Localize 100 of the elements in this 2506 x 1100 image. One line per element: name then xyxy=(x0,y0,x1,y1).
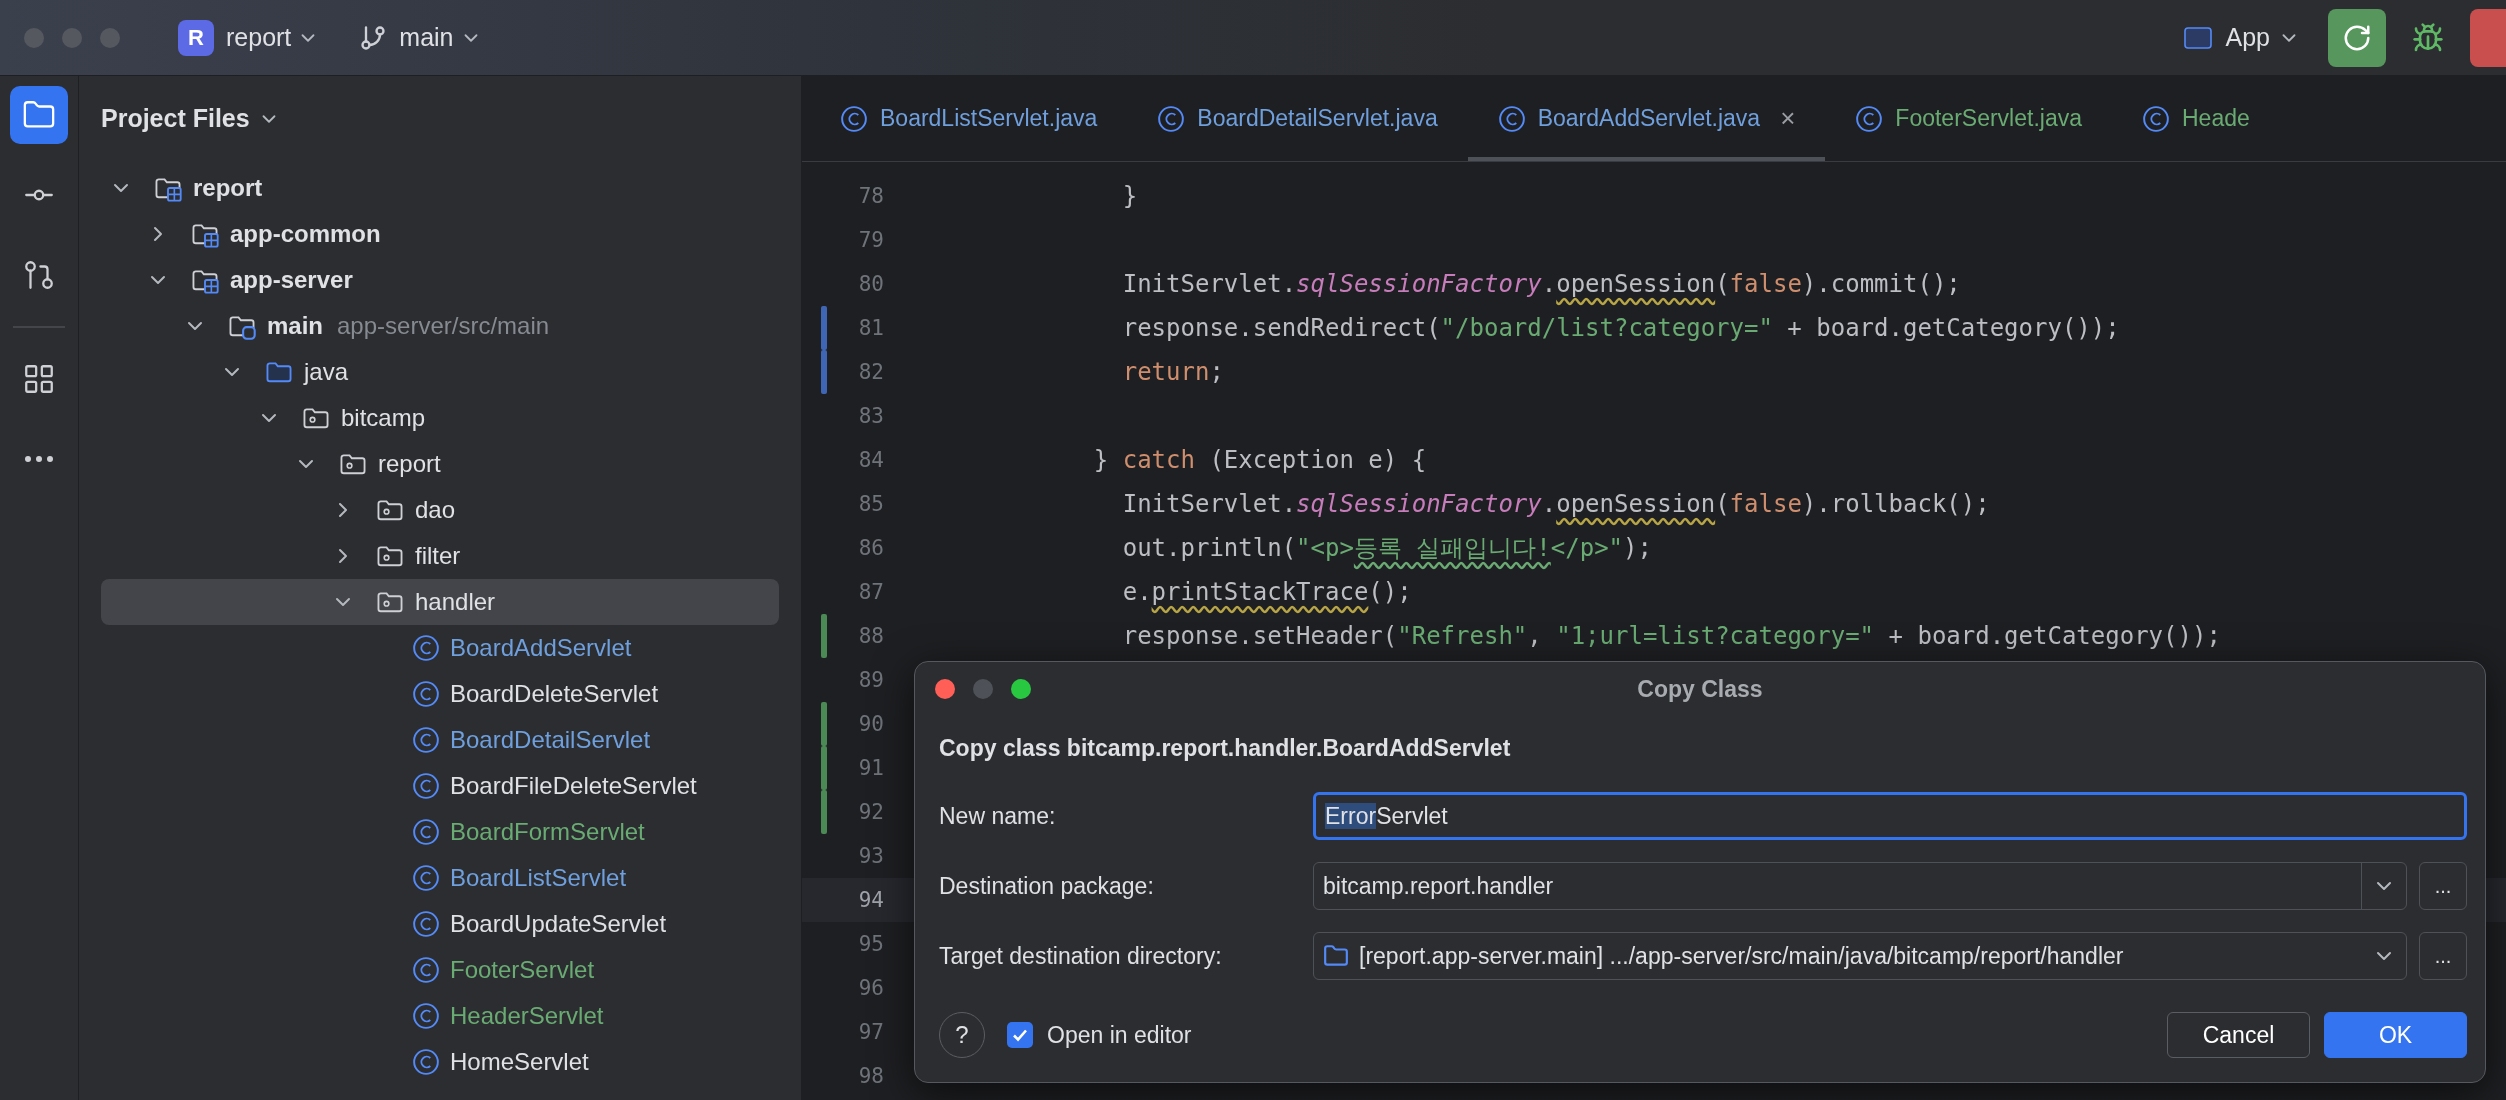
tree-row[interactable]: app-server xyxy=(101,257,779,303)
structure-icon xyxy=(22,362,56,396)
class-icon xyxy=(412,772,440,800)
combo-box[interactable]: bitcamp.report.handler xyxy=(1313,862,2407,910)
tree-row[interactable]: report xyxy=(101,165,779,211)
tree-row[interactable]: app-common xyxy=(101,211,779,257)
tree-item-label: dao xyxy=(415,496,456,524)
line-number: 96 xyxy=(857,976,884,1000)
field-text: Servlet xyxy=(1376,802,1448,829)
tree-row[interactable]: bitcamp xyxy=(101,395,779,441)
tree-item-label: main xyxy=(267,312,323,340)
line-number: 83 xyxy=(857,404,884,428)
tree-row[interactable]: HeaderServlet xyxy=(101,993,779,1039)
rerun-button[interactable] xyxy=(2328,8,2386,67)
code-line: e.printStackTrace(); xyxy=(1121,578,1412,606)
line-number: 80 xyxy=(857,272,884,296)
debug-icon[interactable] xyxy=(2412,21,2444,54)
class-icon xyxy=(412,910,440,938)
tree-row[interactable]: BoardAddServlet xyxy=(101,625,779,671)
tree-row[interactable]: BoardFileDeleteServlet xyxy=(101,763,779,809)
editor-tab[interactable]: FooterServlet.java xyxy=(1825,76,2112,161)
tree-item-label: FooterServlet xyxy=(450,956,595,984)
project-panel-title[interactable]: Project Files xyxy=(101,104,250,133)
line-number: 85 xyxy=(857,492,884,516)
project-badge: R xyxy=(178,19,214,56)
window-zoom-control[interactable] xyxy=(1011,679,1031,699)
code-line: return; xyxy=(1121,358,1224,386)
class-icon xyxy=(1855,104,1884,133)
tree-item-label: HomeServlet xyxy=(450,1048,589,1076)
line-number: 78 xyxy=(857,184,884,208)
line-number: 79 xyxy=(857,228,884,252)
tree-row[interactable]: BoardDeleteServlet xyxy=(101,671,779,717)
tree-row[interactable]: HomeServlet xyxy=(101,1039,779,1085)
tool-window-button[interactable] xyxy=(10,86,68,144)
tree-row[interactable]: java xyxy=(101,349,779,395)
line-number: 92 xyxy=(857,800,884,824)
tree-row[interactable]: BoardUpdateServlet xyxy=(101,901,779,947)
more-icon xyxy=(24,455,54,463)
class-icon xyxy=(412,956,440,984)
close-icon[interactable]: × xyxy=(1780,103,1796,134)
folder-icon xyxy=(1323,943,1349,969)
tree-row[interactable]: FooterServlet xyxy=(101,947,779,993)
line-number: 98 xyxy=(857,1064,884,1088)
field-label: Destination package: xyxy=(939,872,1155,900)
branch-name[interactable]: main xyxy=(399,23,454,52)
tree-item-label: BoardFormServlet xyxy=(450,818,645,846)
editor-tab[interactable]: BoardListServlet.java xyxy=(810,76,1128,161)
window-close-control[interactable] xyxy=(935,679,955,699)
class-icon xyxy=(412,864,440,892)
tree-row[interactable]: dao xyxy=(101,487,779,533)
line-number: 97 xyxy=(857,1020,884,1044)
line-number: 84 xyxy=(857,448,884,472)
class-icon xyxy=(412,726,440,754)
field-label: New name: xyxy=(939,802,1057,830)
class-icon xyxy=(412,818,440,846)
code-line: } xyxy=(1121,182,1138,210)
project-name[interactable]: report xyxy=(226,23,292,52)
tree-item-label: BoardFileDeleteServlet xyxy=(450,772,697,800)
browse-button[interactable]: ... xyxy=(2419,932,2467,980)
editor-tab[interactable]: BoardDetailServlet.java xyxy=(1127,76,1468,161)
class-icon xyxy=(1497,104,1526,133)
editor-tab[interactable]: Heade xyxy=(2112,76,2280,161)
dialog-title: Copy Class xyxy=(1637,675,1763,703)
cancel-button[interactable]: Cancel xyxy=(2167,1012,2310,1058)
tree-row[interactable]: handler xyxy=(101,579,779,625)
tree-row[interactable]: BoardListServlet xyxy=(101,855,779,901)
branch-icon xyxy=(359,23,388,52)
name-input-field[interactable]: ErrorServlet xyxy=(1313,792,2467,840)
tree-item-label: BoardDetailServlet xyxy=(450,726,651,754)
line-number: 86 xyxy=(857,536,884,560)
line-number: 90 xyxy=(857,712,884,736)
class-icon xyxy=(412,680,440,708)
field-label: Target destination directory: xyxy=(939,942,1223,970)
tree-item-label: HeaderServlet xyxy=(450,1002,604,1030)
code-line: response.setHeader("Refresh", "1;url=list?category=" + board.getCategory()); xyxy=(1121,622,2221,650)
tree-row[interactable]: filter xyxy=(101,533,779,579)
tree-item-label: handler xyxy=(415,588,496,616)
line-number: 95 xyxy=(857,932,884,956)
run-config-name[interactable]: App xyxy=(2225,23,2270,52)
editor-tab[interactable]: BoardAddServlet.java × xyxy=(1467,76,1826,161)
tree-item-label: bitcamp xyxy=(341,404,426,432)
checkbox-label: Open in editor xyxy=(1047,1021,1192,1049)
ok-button[interactable]: OK xyxy=(2324,1012,2467,1058)
tree-row[interactable]: BoardFormServlet xyxy=(101,809,779,855)
tree-item-label: BoardAddServlet xyxy=(450,634,632,662)
browse-button[interactable]: ... xyxy=(2419,862,2467,910)
tree-row[interactable]: BoardDetailServlet xyxy=(101,717,779,763)
line-number: 87 xyxy=(857,580,884,604)
run-config-icon xyxy=(2183,25,2212,50)
checkbox[interactable] xyxy=(1007,1022,1033,1048)
line-number: 88 xyxy=(857,624,884,648)
tree-row[interactable]: main app-server/src/main xyxy=(101,303,779,349)
tree-item-label: report xyxy=(193,174,263,202)
combo-box[interactable]: [report.app-server.main] .../app-server/src/main/java/bitcamp/report/handler xyxy=(1313,932,2407,980)
line-number: 82 xyxy=(857,360,884,384)
line-number: 91 xyxy=(857,756,884,780)
tree-row[interactable]: report xyxy=(101,441,779,487)
tree-item-label: BoardListServlet xyxy=(450,864,627,892)
code-line: out.println("<p>등록 실패입니다!</p>"); xyxy=(1121,533,1652,564)
tree-item-label: java xyxy=(304,358,349,386)
